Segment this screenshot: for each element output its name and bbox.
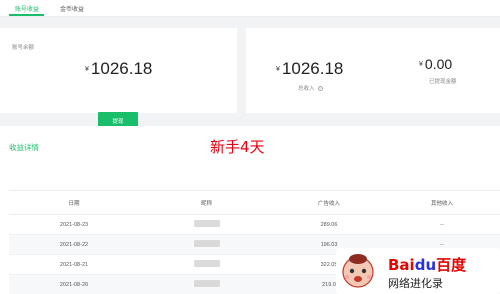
row-nickname	[139, 280, 274, 289]
column-header-ad-income: 广告收入	[317, 200, 340, 207]
withdrawn-label: 已提现金额	[429, 79, 457, 85]
overlay-annotation: 新手4天	[210, 138, 265, 156]
blurred-nickname	[193, 260, 220, 267]
total-income-amount: ¥1026.18	[276, 59, 343, 79]
account-balance-card: 账号余额 ¥1026.18 提现	[0, 28, 237, 129]
mascot-icon	[342, 254, 374, 288]
currency-symbol: ¥	[276, 66, 280, 73]
tab-coin-earnings[interactable]: 金币收益	[60, 4, 84, 13]
logo-du: du	[414, 256, 437, 274]
row-nickname	[139, 220, 274, 229]
blurred-nickname	[193, 280, 220, 287]
column-header-other-income: 其他收入	[430, 200, 453, 207]
column-header-date: 日期	[68, 200, 80, 207]
baidu-logo: Baidu百度	[388, 254, 466, 275]
row-nickname	[139, 240, 274, 249]
total-income-label: 总收入	[298, 86, 315, 92]
table-row: 2021-08-23 289.06 --	[9, 215, 500, 235]
currency-symbol: ¥	[419, 61, 423, 68]
total-income-value: 1026.18	[281, 59, 344, 78]
withdrawn-value: 0.00	[424, 56, 453, 72]
earnings-detail-title: 收益详情	[9, 143, 39, 152]
withdrawn-amount: ¥0.00	[419, 56, 452, 72]
tab-account-earnings[interactable]: 账号收益	[15, 4, 39, 13]
row-date: 2021-08-21	[59, 261, 89, 268]
logo-cn: 百度	[436, 256, 467, 274]
row-date: 2021-08-22	[59, 241, 89, 248]
row-date: 2021-08-20	[59, 281, 89, 288]
account-balance-value: 1026.18	[90, 59, 153, 78]
row-nickname	[139, 260, 274, 269]
tab-bar: 账号收益 金币收益	[0, 0, 500, 17]
table-header: 日期 昵称 广告收入 其他收入	[9, 190, 500, 215]
watermark-subtitle: 网络进化录	[388, 277, 443, 290]
logo-bai: Bai	[388, 256, 415, 274]
row-date: 2021-08-23	[59, 221, 89, 228]
blurred-nickname	[193, 240, 220, 247]
row-other-income: --	[440, 241, 444, 248]
account-balance-amount: ¥1026.18	[85, 59, 152, 79]
active-tab-indicator	[9, 14, 44, 16]
account-balance-label: 账号余额	[12, 45, 35, 51]
row-ad-income: 196.03	[320, 241, 338, 248]
row-ad-income: 289.06	[320, 221, 338, 228]
total-income-label-row: 总收入 ?	[298, 84, 323, 92]
row-other-income: --	[440, 221, 444, 228]
earnings-summary-card: ¥1026.18 总收入 ? ¥0.00 已提现金额	[246, 28, 500, 113]
currency-symbol: ¥	[85, 66, 89, 73]
info-icon[interactable]: ?	[317, 85, 323, 91]
column-header-nickname: 昵称	[200, 200, 212, 207]
baidu-watermark: Baidu百度 网络进化录	[336, 248, 500, 294]
blurred-nickname	[193, 220, 220, 227]
